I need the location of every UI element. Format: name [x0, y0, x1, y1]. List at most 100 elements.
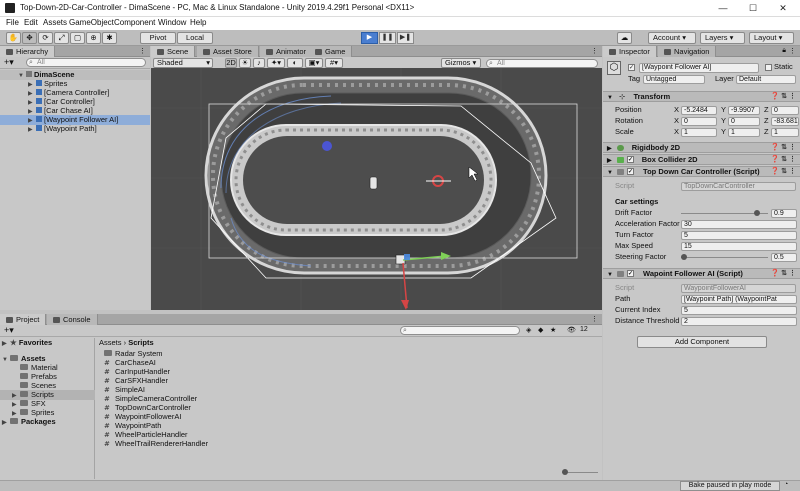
drift-factor-input[interactable]: 0.9 — [771, 209, 797, 218]
position-x-input[interactable]: -5.2484 — [681, 106, 717, 115]
local-toggle[interactable]: Local — [177, 32, 213, 44]
custom-tool-icon[interactable]: ✱ — [102, 32, 117, 44]
create-plus-icon[interactable]: +▾ — [4, 57, 14, 68]
steering-factor-slider-knob[interactable] — [681, 254, 687, 260]
component-menu-icon[interactable]: ❓ ⇅ ⋮ — [771, 167, 796, 177]
add-component-button[interactable]: Add Component — [637, 336, 767, 348]
tab-game[interactable]: Game — [309, 46, 353, 57]
play-button[interactable]: ▶ — [361, 32, 378, 44]
steering-factor-input[interactable]: 0.5 — [771, 253, 797, 262]
tab-console[interactable]: Console — [47, 314, 98, 325]
rotation-z-input[interactable]: -83.681 — [771, 117, 799, 126]
current-index-input[interactable]: 5 — [681, 306, 797, 315]
lock-icon[interactable]: 🔒︎ — [782, 47, 786, 55]
distance-threshold-input[interactable]: 2 — [681, 317, 797, 326]
account-dropdown[interactable]: Account ▾ — [648, 32, 696, 44]
packages-row[interactable]: ▶ Packages — [0, 417, 95, 427]
component-menu-icon[interactable]: ❓ ⇅ ⋮ — [771, 92, 796, 102]
grid-snap-icon[interactable]: #▾ — [325, 58, 343, 68]
menu-assets[interactable]: Assets — [43, 18, 67, 27]
mode-2d-toggle[interactable]: 2D — [225, 58, 237, 68]
panel-menu-icon[interactable]: ⋮ — [591, 47, 598, 55]
collab-cloud-icon[interactable]: ☁ — [617, 32, 632, 44]
favorite-star-icon[interactable]: ★ — [550, 326, 556, 334]
scale-x-input[interactable]: 1 — [681, 128, 717, 137]
lighting-icon[interactable]: ☀ — [239, 58, 251, 68]
menu-gameobject[interactable]: GameObject — [69, 18, 114, 27]
acceleration-factor-input[interactable]: 30 — [681, 220, 797, 229]
panel-menu-icon[interactable]: ⋮ — [139, 47, 146, 55]
ai-gizmo-icon[interactable] — [322, 141, 332, 151]
max-speed-input[interactable]: 15 — [681, 242, 797, 251]
layers-dropdown[interactable]: Layers ▾ — [700, 32, 745, 44]
rect-tool-icon[interactable]: ▢ — [70, 32, 85, 44]
box-collider-header[interactable]: ▶ ✓ Box Collider 2D ❓ ⇅ ⋮ — [603, 154, 800, 165]
layer-dropdown[interactable]: Default — [736, 75, 796, 84]
rotate-tool-icon[interactable]: ⟳ — [38, 32, 53, 44]
component-menu-icon[interactable]: ❓ ⇅ ⋮ — [771, 143, 796, 153]
shading-dropdown[interactable]: Shaded ▾ — [153, 58, 213, 68]
rotation-x-input[interactable]: 0 — [681, 117, 717, 126]
hierarchy-search-input[interactable]: All — [26, 58, 146, 67]
hierarchy-item[interactable]: ▶ [Waypoint Path] — [0, 124, 150, 134]
path-object-field[interactable]: [Waypoint Path] (WaypointPat — [681, 295, 797, 304]
rigidbody-header[interactable]: ▶ Rigidbody 2D ❓ ⇅ ⋮ — [603, 142, 800, 153]
car-controller-enabled-checkbox[interactable]: ✓ — [627, 168, 634, 175]
menu-edit[interactable]: Edit — [24, 18, 38, 27]
static-checkbox[interactable] — [765, 64, 772, 71]
scene-search-input[interactable]: All — [486, 59, 598, 68]
steering-factor-slider-track[interactable] — [681, 257, 768, 258]
tab-project[interactable]: Project — [0, 314, 47, 325]
scale-z-input[interactable]: 1 — [771, 128, 799, 137]
scale-tool-icon[interactable]: ⤢ — [54, 32, 69, 44]
transform-tool-icon[interactable]: ⊕ — [86, 32, 101, 44]
tag-dropdown[interactable]: Untagged — [643, 75, 705, 84]
gizmo-y-arrow[interactable] — [401, 300, 409, 310]
tab-inspector[interactable]: Inspector — [603, 46, 657, 57]
scene-viewport[interactable] — [151, 68, 602, 310]
menu-help[interactable]: Help — [190, 18, 206, 27]
player-car-sprite[interactable] — [369, 176, 378, 190]
tab-navigation[interactable]: Navigation — [658, 46, 717, 57]
menu-component[interactable]: Component — [114, 18, 155, 27]
filter-label-icon[interactable]: ◆ — [538, 326, 543, 334]
project-search-input[interactable] — [400, 326, 520, 335]
position-z-input[interactable]: 0 — [771, 106, 799, 115]
tab-hierarchy[interactable]: Hierarchy — [0, 46, 56, 57]
menu-file[interactable]: File — [6, 18, 19, 27]
panel-menu-icon[interactable]: ⋮ — [591, 315, 598, 323]
menu-window[interactable]: Window — [158, 18, 186, 27]
tab-scene[interactable]: Scene — [151, 46, 196, 57]
close-button[interactable]: ✕ — [768, 0, 798, 17]
hand-tool-icon[interactable]: ✋ — [6, 32, 21, 44]
list-item[interactable]: # WheelTrailRendererHandler — [104, 439, 208, 449]
waypoint-follower-enabled-checkbox[interactable]: ✓ — [627, 270, 634, 277]
pivot-toggle[interactable]: Pivot — [140, 32, 176, 44]
breadcrumb-root[interactable]: Assets — [99, 338, 122, 347]
rotation-y-input[interactable]: 0 — [728, 117, 760, 126]
maximize-button[interactable]: ☐ — [738, 0, 768, 17]
object-name-input[interactable]: [Waypoint Follower AI] — [639, 63, 759, 73]
hidden-icon[interactable]: ◐ — [287, 58, 303, 68]
filter-type-icon[interactable]: ◈ — [526, 326, 531, 334]
active-checkbox[interactable]: ✓ — [628, 64, 635, 71]
effects-icon[interactable]: ✦▾ — [267, 58, 285, 68]
audio-icon[interactable]: ♪ — [253, 58, 265, 68]
waypoint-follower-header[interactable]: ▼ ✓ Wapoint Follower AI (Script) ❓ ⇅ ⋮ — [603, 268, 800, 279]
pause-button[interactable]: ❚❚ — [379, 32, 396, 44]
scale-y-input[interactable]: 1 — [728, 128, 760, 137]
gizmo-plane-handle[interactable] — [404, 254, 410, 260]
collider-enabled-checkbox[interactable]: ✓ — [627, 156, 634, 163]
eye-icon[interactable]: 👁︎ — [567, 326, 576, 334]
move-tool-icon[interactable]: ✥ — [22, 32, 37, 44]
panel-menu-icon[interactable]: ⋮ — [789, 47, 796, 55]
drift-factor-slider-knob[interactable] — [754, 210, 760, 216]
position-y-input[interactable]: -9.9907 — [728, 106, 760, 115]
create-plus-icon[interactable]: +▾ — [4, 325, 14, 336]
icon-size-slider-knob[interactable] — [562, 469, 568, 475]
layout-dropdown[interactable]: Layout ▾ — [749, 32, 794, 44]
tab-animator[interactable]: Animator — [260, 46, 314, 57]
car-controller-header[interactable]: ▼ ✓ Top Down Car Controller (Script) ❓ ⇅… — [603, 166, 800, 177]
component-menu-icon[interactable]: ❓ ⇅ ⋮ — [771, 269, 796, 279]
minimize-button[interactable]: — — [708, 0, 738, 17]
